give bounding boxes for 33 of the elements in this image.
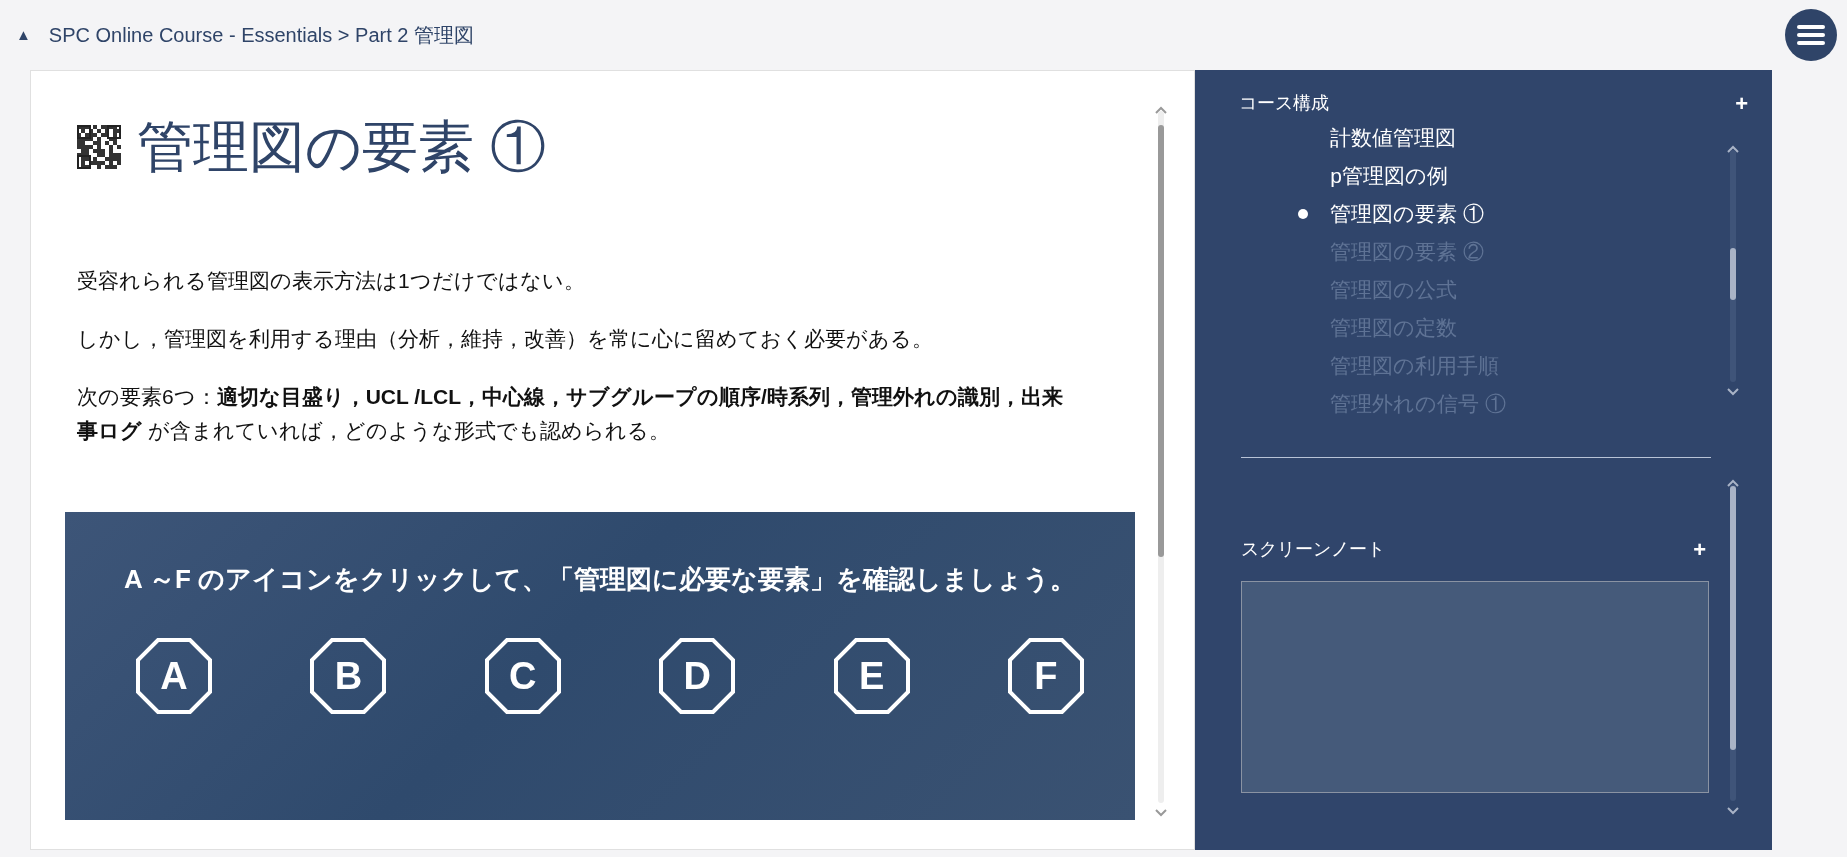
expand-button[interactable]: +	[1735, 92, 1748, 115]
notes-field[interactable]	[1241, 581, 1710, 793]
chevron-down-icon	[1726, 388, 1740, 396]
qr-code-icon	[77, 124, 121, 169]
hotspot-button[interactable]: A	[135, 637, 213, 716]
outline-item[interactable]: 管理図の要素 ①	[1298, 195, 1772, 233]
scroll-thumb[interactable]	[1730, 248, 1736, 300]
paragraph: 次の要素6つ：適切な目盛り，UCL /LCL，中心線，サブグループの順序/時系列，管理外れの識別，出来事ログ が含まれていれば，どのような形式でも認められる。	[77, 384, 1064, 445]
chevron-down-icon	[1726, 807, 1740, 815]
hotspot-button[interactable]: C	[483, 637, 562, 716]
add-note-button[interactable]: +	[1693, 538, 1706, 561]
chevron-up-icon	[1154, 105, 1169, 114]
chevron-down-icon	[1154, 809, 1169, 817]
hotspot-button[interactable]: E	[832, 637, 911, 716]
paragraph: しかし，管理図を利用する理由（分析，維持，改善）を常に心に留めておく必要がある。	[77, 326, 934, 353]
menu-button[interactable]	[1785, 9, 1837, 61]
section-heading: スクリーンノート	[1241, 538, 1386, 561]
collapse-toggle[interactable]: ▲	[8, 23, 39, 47]
hotspot-button[interactable]: D	[658, 637, 737, 716]
outline-item[interactable]: p管理図の例	[1298, 157, 1772, 195]
hotspot-button[interactable]: F	[1006, 637, 1085, 716]
breadcrumb-link[interactable]: SPC Online Course - Essentials > Part 2 管理図	[48, 20, 474, 50]
page-title: 管理図の要素 ①	[137, 114, 546, 180]
scroll-thumb[interactable]	[1158, 125, 1165, 557]
outline-item[interactable]: 計数値管理図	[1298, 119, 1772, 157]
chevron-up-icon	[1726, 144, 1740, 153]
hotspot-button[interactable]: B	[309, 637, 388, 716]
paragraph: 受容れられる管理図の表示方法は1つだけではない。	[77, 268, 586, 295]
chevron-up-icon	[1726, 478, 1740, 487]
banner-instruction: A ～F のアイコンをクリックして、「管理図に必要な要素」を確認しましょう。	[122, 563, 1078, 597]
scroll-thumb[interactable]	[1730, 486, 1736, 750]
section-heading: コース構成	[1239, 92, 1330, 115]
menu-icon	[1797, 24, 1825, 46]
